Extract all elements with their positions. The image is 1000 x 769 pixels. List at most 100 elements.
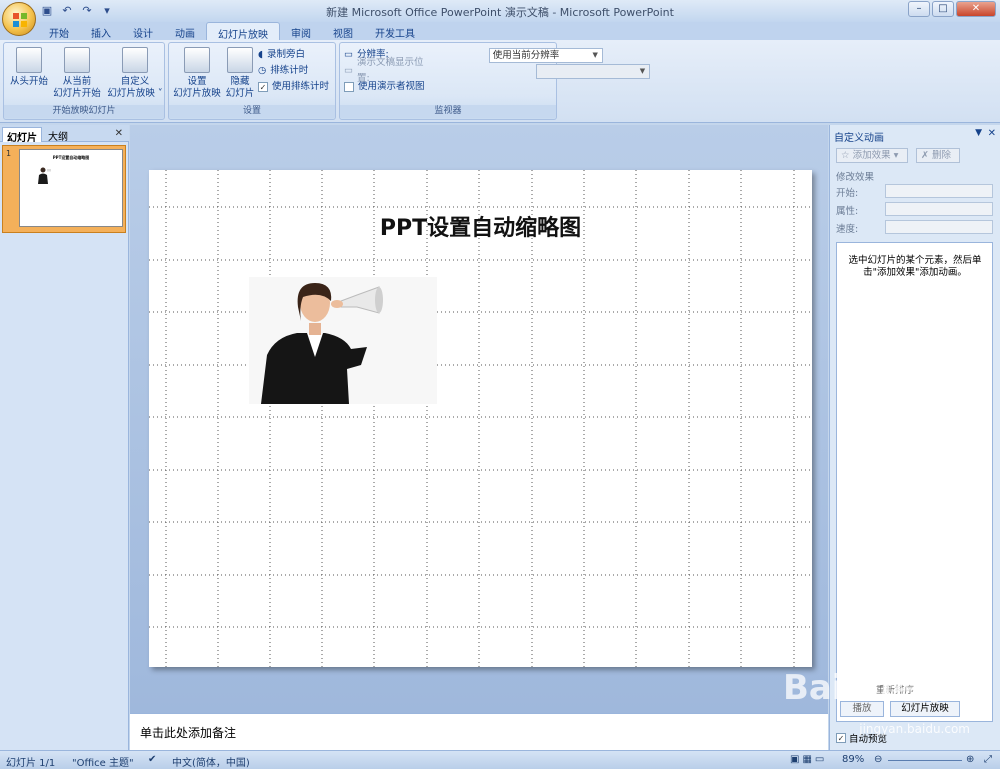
setup-small-buttons: ◖ 录制旁白 ◷ 排练计时 ✓ 使用排练计时 [258,47,334,95]
ribbon-tabs: 开始 插入 设计 动画 幻灯片放映 审阅 视图 开发工具 [0,22,1000,41]
quick-access-toolbar: ▣ ↶ ↷ ▾ [40,3,114,19]
checkbox[interactable]: ✓ [258,82,268,92]
tab-design[interactable]: 设计 [122,22,164,40]
start-select[interactable] [885,184,993,198]
thumb-photo [38,167,51,184]
hint-text: 选中幻灯片的某个元素，然后单击"添加效果"添加动画。 [848,255,982,278]
monitor-icon: ▭ [344,49,353,60]
office-button[interactable] [2,2,36,36]
notes-pane[interactable]: 单击此处添加备注 [130,713,828,750]
group-caption: 开始放映幻灯片 [4,105,164,118]
undo-icon[interactable]: ↶ [60,4,74,18]
tab-slides[interactable]: 幻灯片 [2,127,42,144]
redo-icon[interactable]: ↷ [80,4,94,18]
woman-megaphone-image [249,277,437,404]
minimize-button[interactable]: – [908,1,930,17]
tab-insert[interactable]: 插入 [80,22,122,40]
remove-button[interactable]: ✗ 删除 [916,148,960,163]
notes-placeholder[interactable]: 单击此处添加备注 [140,724,236,741]
setup-icon [184,47,210,73]
setup-slideshow-button[interactable]: 设置 幻灯片放映 [172,47,222,100]
checkbox[interactable]: ✓ [836,733,846,743]
office-logo-icon [13,13,27,27]
slide-photo[interactable] [249,277,437,404]
tab-outline[interactable]: 大纲 [44,127,72,143]
from-current-button[interactable]: 从当前 幻灯片开始 [50,47,104,100]
sorter-view-icon[interactable]: ▦ [802,754,811,765]
slide-thumbnail[interactable]: PPT设置自动缩略图 [19,149,123,227]
slideshow-view-icon[interactable]: ▭ [815,754,824,765]
show-on-select[interactable]: ▼ [536,63,650,79]
theme-name: "Office 主题" [72,758,134,769]
property-select[interactable] [885,202,993,216]
baidu-watermark: Baidu经验 [782,668,960,708]
thumb-title: PPT设置自动缩略图 [52,155,90,160]
group-setup: 设置 幻灯片放映 隐藏 幻灯片 ◖ 录制旁白 ◷ 排练计时 ✓ 使用排练计时 设… [168,42,336,120]
close-icon[interactable]: ✕ [988,128,996,139]
window-title: 新建 Microsoft Office PowerPoint 演示文稿 - Mi… [326,6,674,19]
start-label: 开始: [836,188,859,199]
pane-title: 自定义动画 [834,133,884,144]
baidu-watermark-url: jingyan.baidu.com [859,722,970,736]
zoom-out-icon[interactable]: ⊖ [874,754,882,765]
fit-window-icon[interactable]: ⤢ [984,754,992,765]
status-bar: 幻灯片 1/1 "Office 主题" ✔ 中文(简体，中国) ▣ ▦ ▭ 89… [0,750,1000,769]
slide-counter: 幻灯片 1/1 [6,758,56,769]
view-buttons: ▣ ▦ ▭ [790,754,824,765]
maximize-button[interactable]: □ [932,1,954,17]
custom-show-button[interactable]: 自定义 幻灯片放映 ˅ [106,47,164,100]
group-monitors: ▭ 分辨率: 使用当前分辨率 ▼ ▭ 演示文稿显示位置: ▼ 使用演示者视图 监… [339,42,650,120]
property-label: 属性: [836,206,859,217]
checkbox[interactable] [344,82,354,92]
record-narration-button[interactable]: ◖ 录制旁白 [258,47,334,63]
group-caption: 监视器 [340,105,556,118]
chevron-down-icon: ▼ [639,66,646,75]
thumb-number: 1 [6,149,12,158]
tab-view[interactable]: 视图 [322,22,364,40]
gridlines [149,170,812,667]
group-start-slideshow: 从头开始 从当前 幻灯片开始 自定义 幻灯片放映 ˅ 开始放映幻灯片 [3,42,165,120]
speed-select[interactable] [885,220,993,234]
custom-animation-pane: 自定义动画 ▼ ✕ ☆ 添加效果 ▾ ✗ 删除 修改效果 开始: 属性: 速度:… [829,125,1000,750]
microphone-icon: ◖ [258,49,264,60]
rehearse-timings-button[interactable]: ◷ 排练计时 [258,63,334,79]
animation-list[interactable]: 选中幻灯片的某个元素，然后单击"添加效果"添加动画。 [836,242,993,722]
tab-review[interactable]: 审阅 [280,22,322,40]
tab-developer[interactable]: 开发工具 [364,22,426,40]
group-caption: 设置 [169,105,335,118]
resolution-select[interactable]: 使用当前分辨率 ▼ [488,47,603,63]
remove-icon: ✗ [921,150,929,161]
slide-canvas[interactable]: PPT设置自动缩略图 [149,170,812,667]
save-icon[interactable]: ▣ [40,4,54,18]
slide-title[interactable]: PPT设置自动缩略图 [149,210,812,242]
hide-slide-button[interactable]: 隐藏 幻灯片 [223,47,257,100]
title-bar: 新建 Microsoft Office PowerPoint 演示文稿 - Mi… [0,0,1000,22]
pane-tabs: 幻灯片 大纲 ✕ [0,125,129,144]
monitor-controls: ▭ 分辨率: 使用当前分辨率 ▼ ▭ 演示文稿显示位置: ▼ 使用演示者视图 [344,47,650,95]
add-effect-button[interactable]: ☆ 添加效果 ▾ [836,148,908,163]
spellcheck-icon[interactable]: ✔ [148,754,156,765]
show-on-row: ▭ 演示文稿显示位置: ▼ [344,57,650,84]
language-indicator: 中文(简体，中国) [172,758,250,769]
star-icon: ☆ [841,150,850,161]
hide-slide-icon [227,47,253,73]
zoom-slider[interactable] [888,760,962,761]
use-timings-checkbox[interactable]: ✓ 使用排练计时 [258,79,334,95]
modify-label: 修改效果 [836,172,875,183]
customize-icon[interactable]: ▾ [100,4,114,18]
close-button[interactable]: ✕ [956,1,996,17]
projector-current-icon [64,47,90,73]
normal-view-icon[interactable]: ▣ [790,754,799,765]
from-beginning-button[interactable]: 从头开始 [8,47,50,88]
tab-animations[interactable]: 动画 [164,22,206,40]
zoom-level[interactable]: 89% [842,754,864,765]
tab-slideshow[interactable]: 幻灯片放映 [206,22,280,41]
tab-home[interactable]: 开始 [38,22,80,40]
slide-thumbnail-selected[interactable]: 1 PPT设置自动缩略图 [2,145,126,233]
zoom-in-icon[interactable]: ⊕ [966,754,974,765]
custom-show-icon [122,47,148,73]
close-icon[interactable]: ✕ [111,127,127,142]
pane-menu-icon[interactable]: ▼ [975,128,982,138]
projector-icon [16,47,42,73]
window-controls: – □ ✕ [908,1,996,17]
